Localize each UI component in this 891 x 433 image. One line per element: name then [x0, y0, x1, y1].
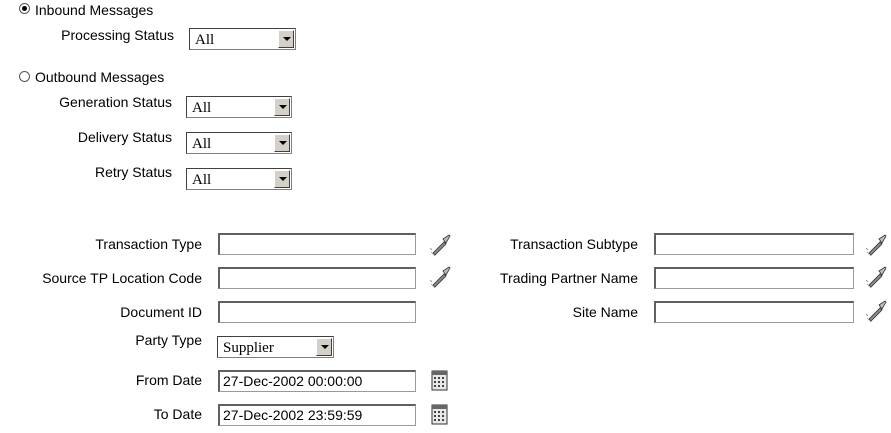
retry-status-select[interactable]: All [186, 168, 292, 190]
document-id-input[interactable] [218, 301, 416, 323]
transaction-subtype-input[interactable] [654, 233, 854, 255]
chevron-down-icon[interactable] [274, 170, 290, 188]
party-type-value: Supplier [223, 340, 274, 356]
outbound-messages-label: Outbound Messages [35, 69, 165, 85]
transaction-subtype-label: Transaction Subtype [510, 236, 638, 252]
flashlight-icon[interactable] [865, 299, 887, 323]
trading-partner-name-label: Trading Partner Name [500, 270, 638, 286]
source-tp-location-code-label: Source TP Location Code [42, 270, 202, 286]
retry-status-label: Retry Status [94, 164, 172, 180]
generation-status-select[interactable]: All [186, 96, 292, 118]
flashlight-icon[interactable] [429, 233, 451, 257]
delivery-status-select[interactable]: All [186, 132, 292, 154]
generation-status-label: Generation Status [59, 94, 172, 110]
party-type-select[interactable]: Supplier [217, 336, 334, 358]
chevron-down-icon[interactable] [278, 30, 294, 48]
source-tp-location-code-input[interactable] [218, 267, 416, 289]
generation-status-value: All [192, 100, 212, 116]
trading-partner-name-input[interactable] [654, 267, 854, 289]
outbound-messages-radio[interactable] [19, 71, 30, 82]
site-name-label: Site Name [572, 304, 638, 320]
from-date-input[interactable]: 27-Dec-2002 00:00:00 [218, 370, 416, 392]
delivery-status-label: Delivery Status [77, 129, 172, 145]
from-date-label: From Date [135, 372, 202, 388]
transaction-type-input[interactable] [218, 233, 416, 255]
calendar-icon[interactable] [430, 369, 452, 393]
chevron-down-icon[interactable] [274, 98, 290, 116]
site-name-input[interactable] [654, 301, 854, 323]
processing-status-label: Processing Status [61, 27, 174, 43]
to-date-input[interactable]: 27-Dec-2002 23:59:59 [218, 404, 416, 426]
document-id-label: Document ID [120, 304, 202, 320]
retry-status-value: All [192, 172, 212, 188]
inbound-messages-label: Inbound Messages [35, 2, 154, 18]
processing-status-value: All [195, 32, 215, 48]
party-type-label: Party Type [135, 332, 202, 348]
inbound-messages-radio[interactable] [19, 3, 30, 14]
flashlight-icon[interactable] [429, 265, 451, 289]
flashlight-icon[interactable] [865, 265, 887, 289]
chevron-down-icon[interactable] [274, 134, 290, 152]
processing-status-select[interactable]: All [189, 28, 296, 50]
flashlight-icon[interactable] [865, 233, 887, 257]
to-date-label: To Date [153, 406, 202, 422]
chevron-down-icon[interactable] [316, 338, 332, 356]
calendar-icon[interactable] [430, 403, 452, 427]
transaction-type-label: Transaction Type [95, 236, 202, 252]
delivery-status-value: All [192, 136, 212, 152]
